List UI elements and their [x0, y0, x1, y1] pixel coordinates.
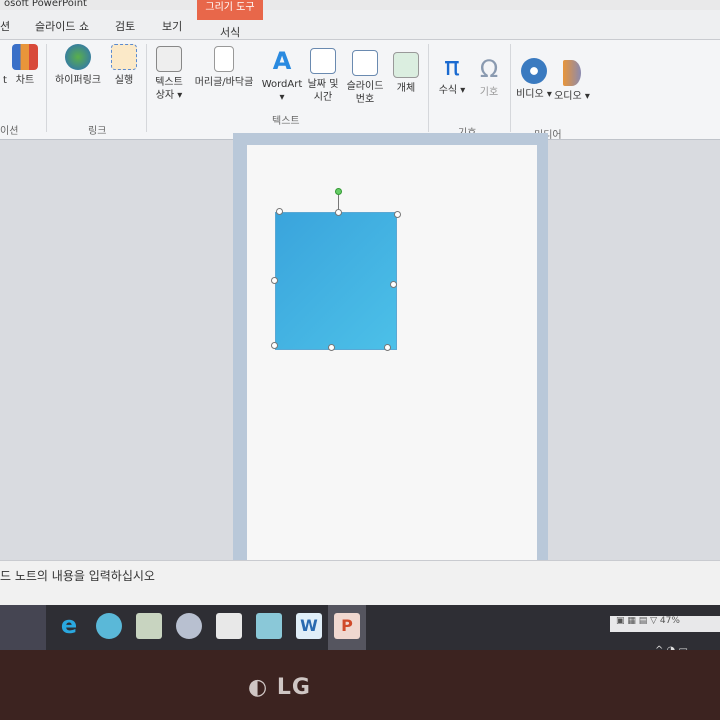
audio-button[interactable]: 오디오 ▾ — [554, 60, 590, 103]
ribbon: t 차트 이션 하이퍼링크 실행 링크 텍스트 상자 ▾ 머리글/바닥글 A Wo… — [0, 40, 720, 141]
film-reel-icon — [521, 58, 547, 84]
system-tray[interactable]: ^ ◔ ▭ — [655, 645, 688, 650]
notes-placeholder: 드 노트의 내용을 입력하십시오 — [0, 569, 155, 583]
action-button[interactable]: 실행 — [108, 44, 140, 87]
calendar-icon — [310, 48, 336, 74]
tab-view[interactable]: 보기 — [162, 18, 182, 34]
omega-icon: Ω — [479, 55, 499, 83]
symbol-button[interactable]: Ω 기호 — [472, 56, 506, 99]
search-area[interactable] — [0, 605, 46, 650]
textbox-icon — [156, 46, 182, 72]
tab-animation[interactable]: 션 — [0, 18, 10, 34]
smartart-icon — [2, 44, 8, 70]
snipping-tool-icon[interactable] — [176, 613, 202, 639]
resize-handle[interactable] — [384, 344, 391, 351]
resize-handle[interactable] — [271, 277, 278, 284]
header-footer-button[interactable]: 머리글/바닥글 — [190, 46, 258, 89]
resize-handle[interactable] — [335, 209, 342, 216]
wordart-icon: A — [272, 47, 292, 75]
rectangle-shape[interactable] — [275, 212, 397, 350]
slide-number-icon — [352, 50, 378, 76]
file-explorer-icon[interactable] — [136, 613, 162, 639]
resize-handle[interactable] — [390, 281, 397, 288]
powerpoint-taskbar-item[interactable]: P — [328, 605, 366, 650]
tab-format[interactable]: 서식 — [220, 24, 240, 40]
header-footer-icon — [214, 46, 234, 72]
resize-handle[interactable] — [276, 208, 283, 215]
video-button[interactable]: 비디오 ▾ — [514, 58, 554, 101]
chart-button[interactable]: 차트 — [10, 44, 40, 87]
resize-handle[interactable] — [271, 342, 278, 349]
rotation-handle[interactable] — [335, 188, 342, 195]
slide-number-button[interactable]: 슬라이드 번호 — [342, 50, 388, 106]
resize-handle[interactable] — [328, 344, 335, 351]
tab-review[interactable]: 검토 — [115, 18, 135, 34]
hyperlink-button[interactable]: 하이퍼링크 — [50, 44, 106, 87]
screen: osoft PowerPoint 션 슬라이드 쇼 검토 보기 서식 그리기 도… — [0, 0, 720, 650]
sticky-notes-icon[interactable] — [216, 613, 242, 639]
notes-pane[interactable]: 드 노트의 내용을 입력하십시오 — [0, 560, 720, 608]
group-label: 링크 — [88, 126, 107, 137]
smartart-button[interactable]: t — [0, 44, 10, 87]
zoom-level[interactable]: 47% — [660, 616, 680, 626]
equation-button[interactable]: π 수식 ▾ — [434, 54, 470, 97]
pi-icon: π — [444, 52, 460, 82]
word-icon[interactable]: W — [296, 613, 322, 639]
textbox-button[interactable]: 텍스트 상자 ▾ — [150, 46, 188, 102]
drawing-tools-context: 그리기 도구 — [197, 0, 263, 20]
slide-canvas[interactable] — [247, 145, 537, 560]
wordart-button[interactable]: A WordArt ▾ — [260, 48, 304, 104]
chart-icon — [12, 44, 38, 70]
edge-icon[interactable]: e — [56, 613, 82, 639]
speaker-icon — [563, 60, 581, 86]
date-time-button[interactable]: 날짜 및 시간 — [304, 48, 342, 104]
resize-handle[interactable] — [394, 211, 401, 218]
ribbon-tabs: 션 슬라이드 쇼 검토 보기 서식 — [0, 10, 720, 40]
powerpoint-icon: P — [334, 613, 360, 639]
action-icon — [111, 44, 137, 70]
status-bar: ▣ ▦ ▤ ▽ 47% — [610, 616, 720, 632]
calculator-icon[interactable] — [256, 613, 282, 639]
browser-icon[interactable] — [96, 613, 122, 639]
group-label: 텍스트 — [272, 116, 300, 127]
lg-logo: ◐ LG — [248, 675, 311, 700]
globe-icon — [65, 44, 91, 70]
group-label: 이션 — [0, 126, 19, 137]
object-button[interactable]: 개체 — [390, 52, 422, 95]
tab-slideshow[interactable]: 슬라이드 쇼 — [35, 18, 89, 34]
object-icon — [393, 52, 419, 78]
